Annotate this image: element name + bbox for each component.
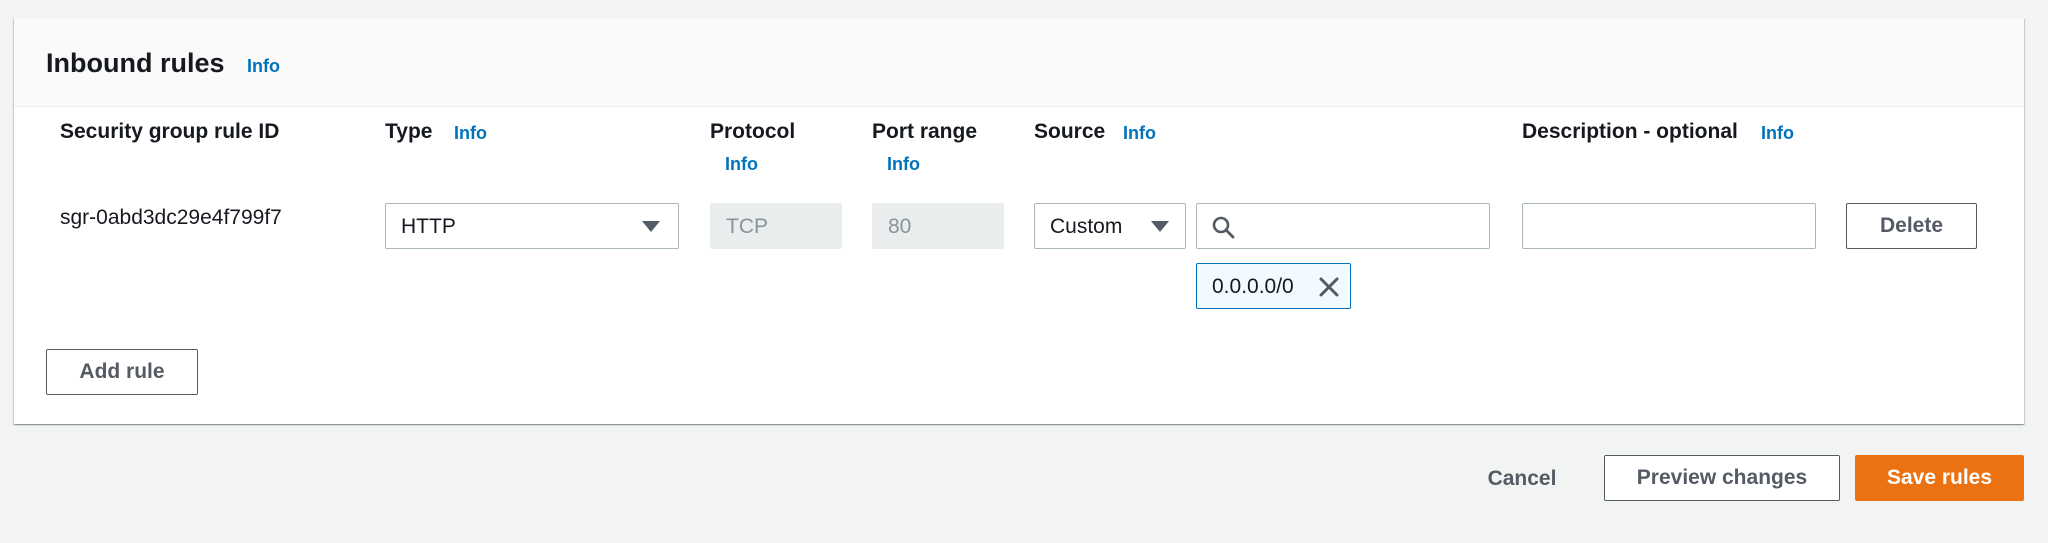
header-source: Source (1034, 120, 1106, 143)
type-info-link[interactable]: Info (454, 123, 487, 144)
source-type-value: Custom (1050, 215, 1123, 238)
source-token-value: 0.0.0.0/0 (1212, 275, 1294, 298)
delete-button[interactable]: Delete (1846, 203, 1977, 249)
protocol-field: TCP (710, 203, 842, 249)
header-description: Description - optional (1522, 120, 1738, 143)
caret-down-icon (642, 221, 660, 232)
caret-down-icon (1151, 221, 1169, 232)
header-type: Type (385, 120, 433, 143)
title-info-link[interactable]: Info (247, 56, 280, 77)
port-range-info-link[interactable]: Info (887, 154, 920, 175)
protocol-info-link[interactable]: Info (725, 154, 758, 175)
panel-header: Inbound rules Info (14, 18, 2024, 107)
port-range-value: 80 (888, 215, 912, 238)
source-search-input[interactable] (1196, 203, 1490, 249)
port-range-field: 80 (872, 203, 1004, 249)
inbound-rules-panel: Inbound rules Info Security group rule I… (14, 18, 2024, 424)
source-info-link[interactable]: Info (1123, 123, 1156, 144)
source-type-select[interactable]: Custom (1034, 203, 1186, 249)
type-select[interactable]: HTTP (385, 203, 679, 249)
protocol-value: TCP (726, 215, 768, 238)
save-rules-button[interactable]: Save rules (1855, 455, 2024, 501)
header-protocol: Protocol (710, 120, 796, 143)
header-rule-id: Security group rule ID (60, 120, 280, 143)
header-port-range: Port range (872, 120, 978, 143)
rule-id-value: sgr-0abd3dc29e4f799f7 (60, 206, 282, 229)
description-input[interactable] (1522, 203, 1816, 249)
cancel-button[interactable]: Cancel (1474, 456, 1570, 502)
preview-changes-button[interactable]: Preview changes (1604, 455, 1840, 501)
type-select-value: HTTP (401, 215, 456, 238)
source-token: 0.0.0.0/0 (1196, 263, 1351, 309)
description-info-link[interactable]: Info (1761, 123, 1794, 144)
search-icon (1212, 216, 1235, 239)
add-rule-button[interactable]: Add rule (46, 349, 198, 395)
panel-title: Inbound rules (46, 48, 225, 78)
close-icon[interactable] (1317, 275, 1341, 299)
